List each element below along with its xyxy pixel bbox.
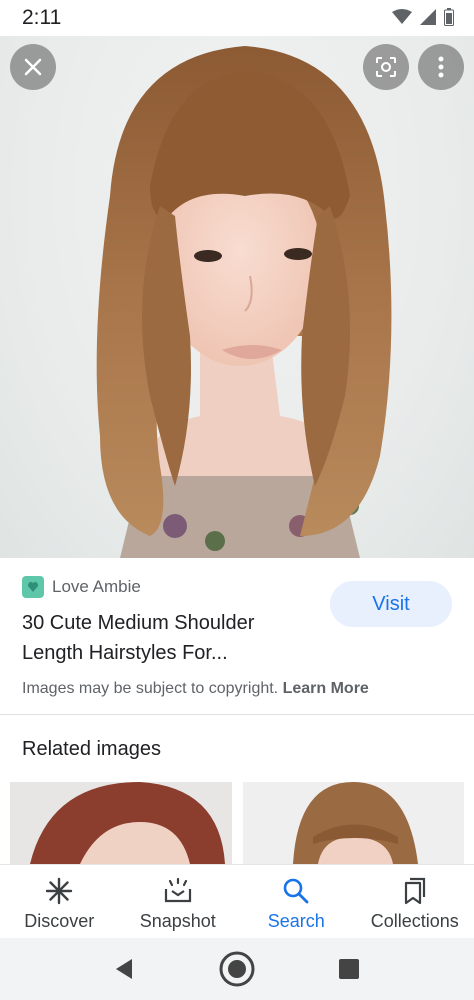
recents-icon[interactable] <box>339 959 359 979</box>
status-time: 2:11 <box>22 6 62 29</box>
divider <box>0 714 474 715</box>
nav-search[interactable]: Search <box>237 865 356 939</box>
nav-collections-label: Collections <box>370 911 459 931</box>
lens-icon <box>376 57 396 77</box>
related-image-1-illustration <box>10 782 232 864</box>
back-icon[interactable] <box>114 958 134 980</box>
related-image-2[interactable] <box>243 782 464 864</box>
search-icon <box>283 878 309 904</box>
copyright-text: Images may be subject to copyright. <box>22 680 279 697</box>
close-button[interactable] <box>10 44 56 90</box>
hero-image[interactable] <box>0 36 474 558</box>
nav-collections[interactable]: Collections <box>356 865 474 939</box>
more-vert-icon <box>438 56 444 78</box>
related-image-1[interactable] <box>10 782 232 864</box>
wifi-icon <box>392 9 412 24</box>
result-title-line-1: 30 Cute Medium Shoulder <box>22 612 255 634</box>
site-favicon-icon <box>22 576 44 598</box>
status-bar: 2:11 <box>0 0 474 36</box>
nav-discover-label: Discover <box>24 911 95 931</box>
collections-icon <box>404 877 425 905</box>
copyright-notice: Images may be subject to copyright. Lear… <box>22 680 369 698</box>
nav-snapshot-label: Snapshot <box>139 911 216 931</box>
asterisk-icon <box>46 877 73 905</box>
learn-more-link[interactable]: Learn More <box>283 680 369 697</box>
status-icons <box>392 8 454 26</box>
nav-snapshot[interactable]: Snapshot <box>119 865 238 939</box>
signal-icon <box>420 9 436 25</box>
related-images-heading: Related images <box>22 738 161 760</box>
battery-icon <box>444 8 454 26</box>
result-title[interactable]: 30 Cute Medium Shoulder Length Hairstyle… <box>22 608 322 668</box>
close-icon <box>24 58 42 76</box>
lens-button[interactable] <box>363 44 409 90</box>
source-name: Love Ambie <box>52 577 141 596</box>
visit-button[interactable]: Visit <box>330 581 452 627</box>
more-options-button[interactable] <box>418 44 464 90</box>
source-row[interactable]: Love Ambie <box>22 576 141 598</box>
nav-discover[interactable]: Discover <box>0 865 119 939</box>
bottom-navigation: Discover Snapshot Search Collections <box>0 864 474 939</box>
home-icon[interactable] <box>218 950 256 988</box>
related-image-2-illustration <box>243 782 464 864</box>
portrait-illustration <box>96 46 392 558</box>
snapshot-icon <box>164 877 191 903</box>
result-title-line-2: Length Hairstyles For... <box>22 642 228 664</box>
nav-search-label: Search <box>267 911 325 931</box>
system-navigation-bar <box>0 938 474 1000</box>
